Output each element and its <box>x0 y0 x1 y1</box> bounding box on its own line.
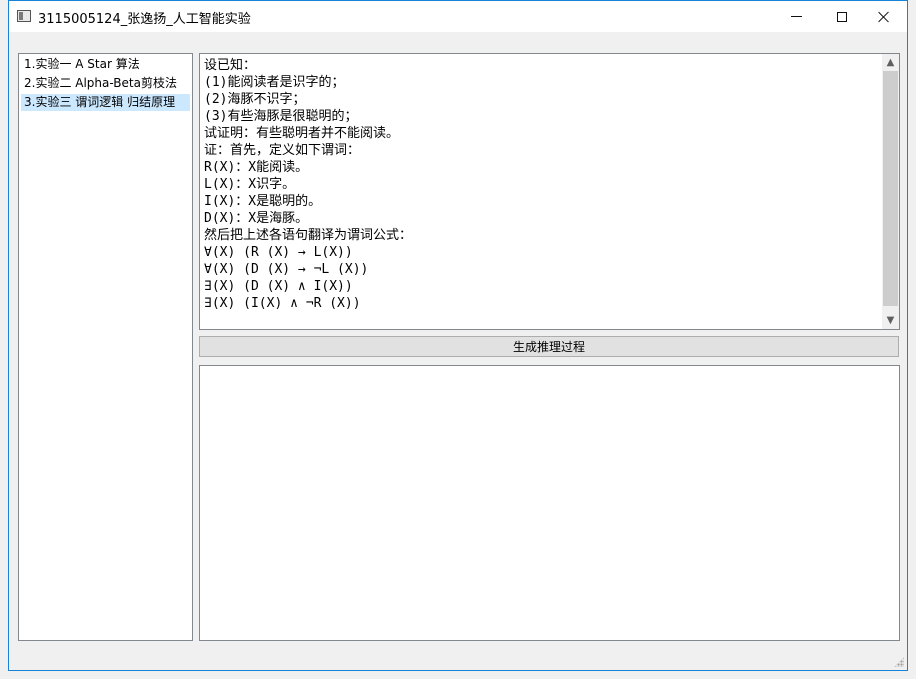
problem-line: L(X)：X识字。 <box>204 177 296 192</box>
app-window-icon <box>17 10 31 22</box>
problem-line: ∀(X) (R (X) → L(X)) <box>204 245 353 260</box>
problem-line: ∃(X) (D (X) ∧ I(X)) <box>204 279 353 294</box>
problem-line: D(X)：X是海豚。 <box>204 211 309 226</box>
problem-textbox[interactable]: 设已知： (1)能阅读者是识字的； (2)海豚不识字； (3)有些海豚是很聪明的； 试证… <box>199 53 900 330</box>
problem-line: 然后把上述各语句翻译为谓词公式： <box>204 228 413 243</box>
list-item-experiment-1[interactable]: 1.实验一 A Star 算法 <box>21 56 190 73</box>
maximize-button[interactable] <box>819 1 865 32</box>
minimize-icon <box>790 16 802 17</box>
title-bar[interactable]: 3115005124_张逸扬_人工智能实验 <box>9 1 907 32</box>
problem-line: (3)有些海豚是很聪明的； <box>204 109 358 124</box>
list-item-experiment-2[interactable]: 2.实验二 Alpha-Beta剪枝法 <box>21 75 190 92</box>
resize-grip-icon[interactable] <box>894 657 904 667</box>
problem-line: (1)能阅读者是识字的； <box>204 75 345 90</box>
problem-line: ∀(X) (D (X) → ¬L (X)) <box>204 262 369 277</box>
close-icon <box>878 11 890 23</box>
vertical-scrollbar[interactable]: ▲ ▼ <box>882 54 899 329</box>
scroll-up-icon[interactable]: ▲ <box>882 54 899 71</box>
client-area: 1.实验一 A Star 算法 2.实验二 Alpha-Beta剪枝法 3.实验… <box>9 32 907 670</box>
minimize-button[interactable] <box>773 1 819 32</box>
problem-line: 试证明：有些聪明者并不能阅读。 <box>204 126 400 141</box>
generate-reasoning-button[interactable]: 生成推理过程 <box>199 336 899 357</box>
problem-line: (2)海豚不识字； <box>204 92 306 107</box>
scroll-thumb[interactable] <box>883 71 898 306</box>
problem-line: 证：首先，定义如下谓词： <box>204 143 361 158</box>
output-textbox[interactable] <box>199 365 900 641</box>
problem-line: 设已知： <box>204 58 257 73</box>
problem-text: 设已知： (1)能阅读者是识字的； (2)海豚不识字； (3)有些海豚是很聪明的； 试证… <box>204 57 880 312</box>
problem-line: I(X)：X是聪明的。 <box>204 194 322 209</box>
list-item-experiment-3[interactable]: 3.实验三 谓词逻辑 归结原理 <box>21 94 190 111</box>
experiment-list[interactable]: 1.实验一 A Star 算法 2.实验二 Alpha-Beta剪枝法 3.实验… <box>18 53 193 641</box>
close-button[interactable] <box>861 1 907 32</box>
problem-line: ∃(X) (I(X) ∧ ¬R (X)) <box>204 296 361 311</box>
maximize-icon <box>837 11 847 22</box>
app-window: 3115005124_张逸扬_人工智能实验 1.实验一 A Star 算法 2.… <box>8 0 908 671</box>
problem-line: R(X)：X能阅读。 <box>204 160 309 175</box>
scroll-down-icon[interactable]: ▼ <box>882 312 899 329</box>
window-title: 3115005124_张逸扬_人工智能实验 <box>38 12 251 27</box>
